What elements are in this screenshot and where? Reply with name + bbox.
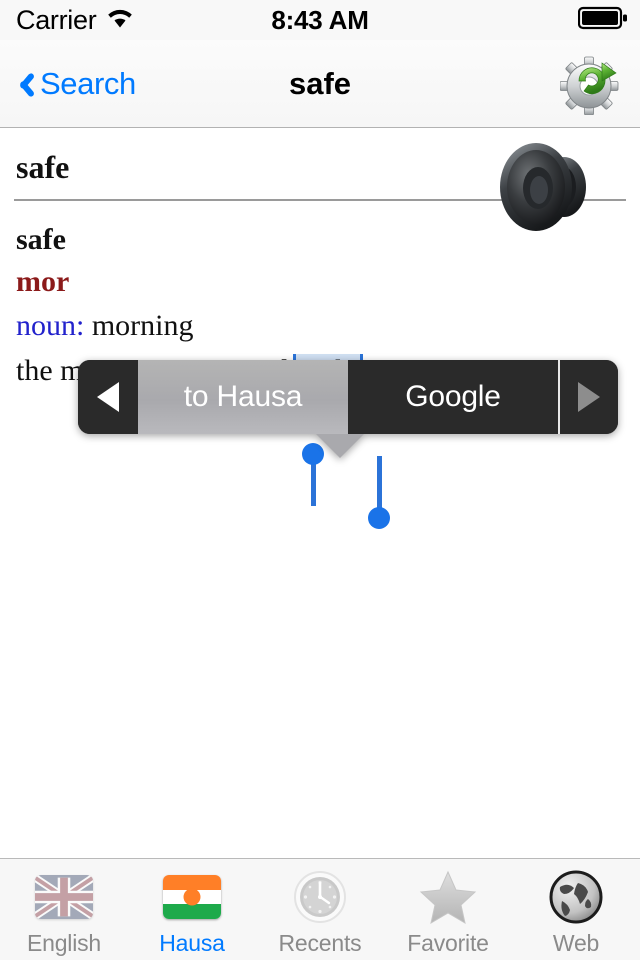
popup-item-to-hausa[interactable]: to Hausa <box>138 360 348 434</box>
popup-item-google[interactable]: Google <box>348 360 558 434</box>
text-selection-popup-menu: to Hausa Google <box>78 360 618 458</box>
tab-hausa-label: Hausa <box>159 930 225 956</box>
page-title: safe <box>288 65 352 101</box>
uk-flag-icon <box>33 868 95 926</box>
popup-next-button[interactable] <box>558 360 618 434</box>
tab-web-label: Web <box>552 930 600 956</box>
tab-english[interactable]: English <box>0 859 128 960</box>
tab-bar: English Hausa Recents Favorite Web <box>0 858 640 960</box>
definition-word: safe <box>16 223 66 256</box>
app-root: Carrier 8:43 AM Search safe safe safe mo… <box>0 0 640 960</box>
niger-flag-icon <box>161 868 223 926</box>
selection-handle-end[interactable] <box>368 507 390 529</box>
entry-headword: safe <box>16 149 70 185</box>
tab-favorite[interactable]: Favorite <box>384 859 512 960</box>
status-bar-center: 8:43 AM <box>0 5 640 36</box>
star-icon <box>417 868 479 926</box>
popup-inner: to Hausa Google <box>78 360 618 434</box>
definition-content: safe safe mor noun: morning the to Hausa… <box>0 129 640 858</box>
tab-recents-label: Recents <box>278 930 362 956</box>
status-bar: Carrier 8:43 AM <box>0 0 640 40</box>
pos-value-label: morning <box>84 309 194 342</box>
status-bar-right <box>577 6 628 35</box>
triangle-right-icon <box>578 382 600 412</box>
pos-tag-label: noun: <box>16 309 85 342</box>
tab-favorite-label: Favorite <box>407 930 489 956</box>
gear-refresh-icon[interactable] <box>559 53 622 115</box>
selection-bar-end <box>377 456 382 508</box>
clock-label: 8:43 AM <box>271 4 369 35</box>
navigation-bar: Search safe <box>0 40 640 128</box>
battery-full-icon <box>577 6 628 35</box>
globe-icon <box>545 868 607 926</box>
popup-tail <box>314 432 366 458</box>
definition-part-of-speech: noun: morning <box>16 303 628 349</box>
tab-recents[interactable]: Recents <box>256 859 384 960</box>
clock-icon <box>289 868 351 926</box>
definition-translation: mor <box>16 265 70 298</box>
tab-web[interactable]: Web <box>512 859 640 960</box>
tab-hausa[interactable]: Hausa <box>128 859 256 960</box>
tab-english-label: English <box>26 930 102 956</box>
popup-prev-button[interactable] <box>78 360 138 434</box>
triangle-left-icon <box>97 382 119 412</box>
